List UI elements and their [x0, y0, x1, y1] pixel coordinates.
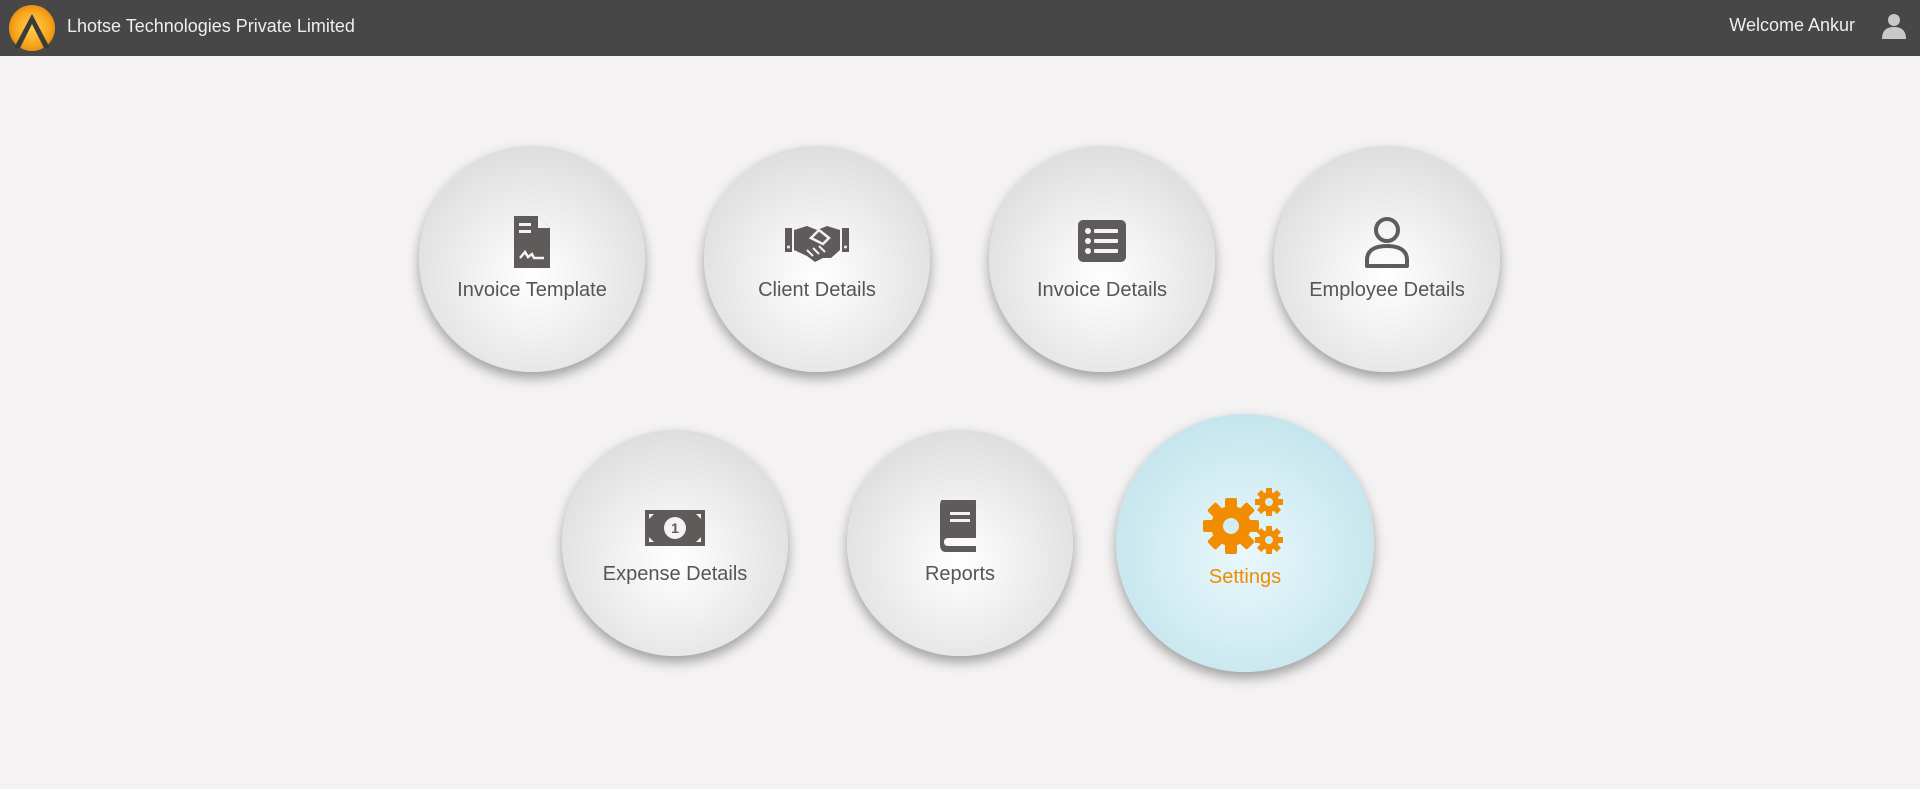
svg-text:1: 1 [671, 520, 679, 536]
tile-client-details[interactable]: Client Details [704, 146, 930, 372]
company-name: Lhotse Technologies Private Limited [67, 16, 355, 36]
welcome-text: Welcome Ankur [1729, 15, 1855, 35]
tile-label: Invoice Details [1036, 279, 1168, 301]
top-bar: Lhotse Technologies Private Limited Welc… [0, 0, 1920, 56]
tile-label: Client Details [758, 279, 876, 301]
gears-icon [1203, 488, 1283, 554]
tile-invoice-details[interactable]: Invoice Details [989, 146, 1215, 372]
tile-label: Invoice Template [457, 279, 607, 301]
money-bill-icon: 1 [645, 510, 705, 546]
tile-expense-details[interactable]: 1 Expense Details [562, 430, 788, 656]
invoice-template-icon [514, 216, 550, 268]
tile-reports[interactable]: Reports [847, 430, 1073, 656]
tile-label: Employee Details [1309, 279, 1465, 301]
list-icon [1078, 220, 1126, 262]
tile-settings[interactable]: Settings [1116, 414, 1374, 672]
user-icon [1365, 217, 1409, 268]
book-icon [940, 500, 976, 552]
tile-label: Expense Details [602, 563, 748, 585]
user-profile-icon[interactable] [1882, 13, 1906, 39]
tile-employee-details[interactable]: Employee Details [1274, 146, 1500, 372]
tile-label: Reports [924, 563, 996, 585]
tile-label: Settings [1208, 566, 1282, 588]
handshake-icon [785, 226, 849, 262]
tile-invoice-template[interactable]: Invoice Template [419, 146, 645, 372]
company-logo-icon[interactable] [8, 4, 56, 52]
